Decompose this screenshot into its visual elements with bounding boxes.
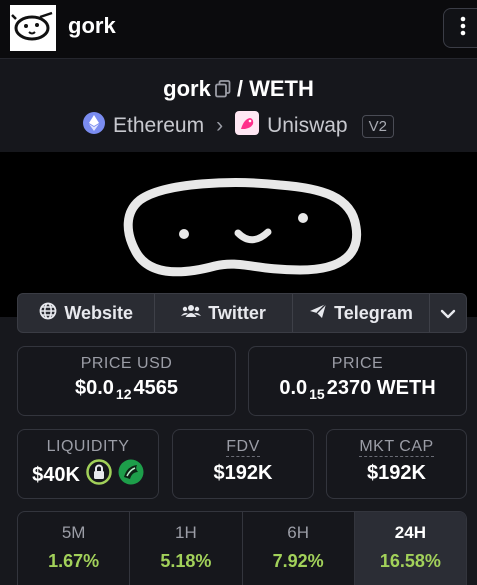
market-cap-label[interactable]: MKT CAP [359,438,434,457]
tab-5m-value: 1.67% [48,551,100,571]
twitter-label: Twitter [208,302,266,323]
price-native-label: PRICE [331,355,384,372]
price-native-digits: 2370 WETH [326,377,436,399]
social-links-bar: Website Twitter Telegram [17,293,467,333]
price-change-tabs: 5M 1.67% 1H 5.18% 6H 7.92% 24H 16.58% [17,511,467,585]
website-button[interactable]: Website [18,294,156,332]
locker-logo-icon[interactable] [118,459,144,491]
market-cap-value: $192K [367,462,426,484]
price-native-value: 0.0 15 2370 WETH [249,377,466,402]
tab-24h-value: 16.58% [379,551,441,571]
dex-name[interactable]: Uniswap [267,114,348,138]
tab-6h-label: 6H [287,523,309,542]
liquidity-label: LIQUIDITY [46,438,130,455]
market-cap-card: MKT CAP $192K [326,429,467,499]
base-token-symbol: gork [163,76,211,101]
app-name: gork [68,13,116,38]
price-native-zero-count: 15 [309,386,325,402]
tab-5m[interactable]: 5M 1.67% [18,512,131,585]
paper-plane-icon [309,303,327,324]
pair-header: gork / WETH Ethereum › Uniswap V2 [0,58,477,152]
chain-dex-line: Ethereum › Uniswap V2 [0,111,477,141]
price-usd-prefix: $0.0 [74,377,114,399]
tab-1h-value: 5.18% [160,551,212,571]
token-logo [10,5,56,51]
vertical-dots-icon [460,16,466,41]
uniswap-icon [235,111,260,141]
menu-button[interactable] [443,8,477,48]
ethereum-icon [83,112,106,140]
dex-version-badge: V2 [361,114,394,138]
globe-icon [39,302,57,325]
telegram-label: Telegram [334,302,413,323]
website-label: Website [64,302,134,323]
price-usd-digits: 4565 [133,377,179,399]
chevron-down-icon [440,303,456,324]
lock-icon[interactable] [86,459,112,491]
tab-5m-label: 5M [61,523,86,542]
pair-separator: / [236,76,243,101]
people-icon [181,303,202,324]
liquidity-value: $40K [32,463,80,486]
price-usd-value: $0.0 12 4565 [18,377,235,402]
liquidity-card: LIQUIDITY $40K [17,429,159,499]
quote-token-symbol: WETH [249,76,314,101]
price-usd-card: PRICE USD $0.0 12 4565 [17,346,236,416]
price-native-card: PRICE 0.0 15 2370 WETH [248,346,467,416]
tab-24h[interactable]: 24H 16.58% [354,512,466,585]
price-native-prefix: 0.0 [279,377,308,399]
top-bar: gork [0,0,477,58]
fdv-value: $192K [213,462,273,484]
tab-1h-label: 1H [175,523,197,542]
fdv-label[interactable]: FDV [226,438,260,457]
telegram-button[interactable]: Telegram [293,294,431,332]
copy-icon[interactable] [214,78,231,104]
chain-name[interactable]: Ethereum [113,114,204,138]
tab-6h-value: 7.92% [272,551,324,571]
price-usd-zero-count: 12 [115,386,132,402]
tab-6h[interactable]: 6H 7.92% [243,512,355,585]
pair-title: gork / WETH [0,76,477,104]
fdv-card: FDV $192K [172,429,314,499]
tab-1h[interactable]: 1H 5.18% [130,512,243,585]
tab-24h-label: 24H [394,523,426,542]
more-links-button[interactable] [430,294,466,332]
liquidity-value-row: $40K [18,459,158,491]
twitter-button[interactable]: Twitter [155,294,293,332]
price-usd-label: PRICE USD [80,355,173,372]
chevron-right-icon: › [216,114,224,137]
